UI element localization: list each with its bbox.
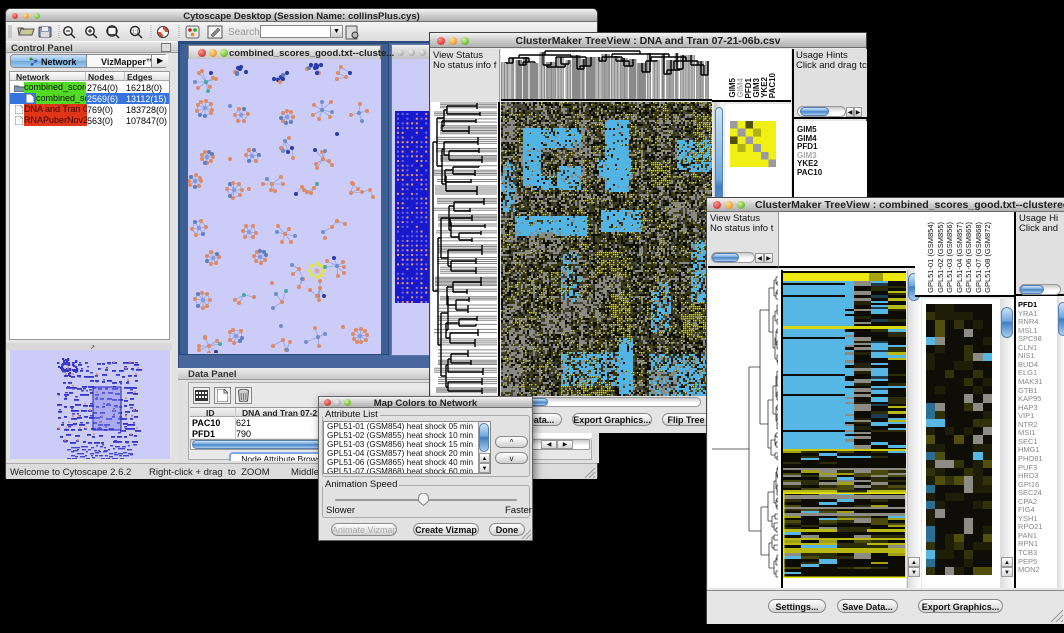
svg-text:1:1: 1:1 bbox=[132, 30, 139, 36]
